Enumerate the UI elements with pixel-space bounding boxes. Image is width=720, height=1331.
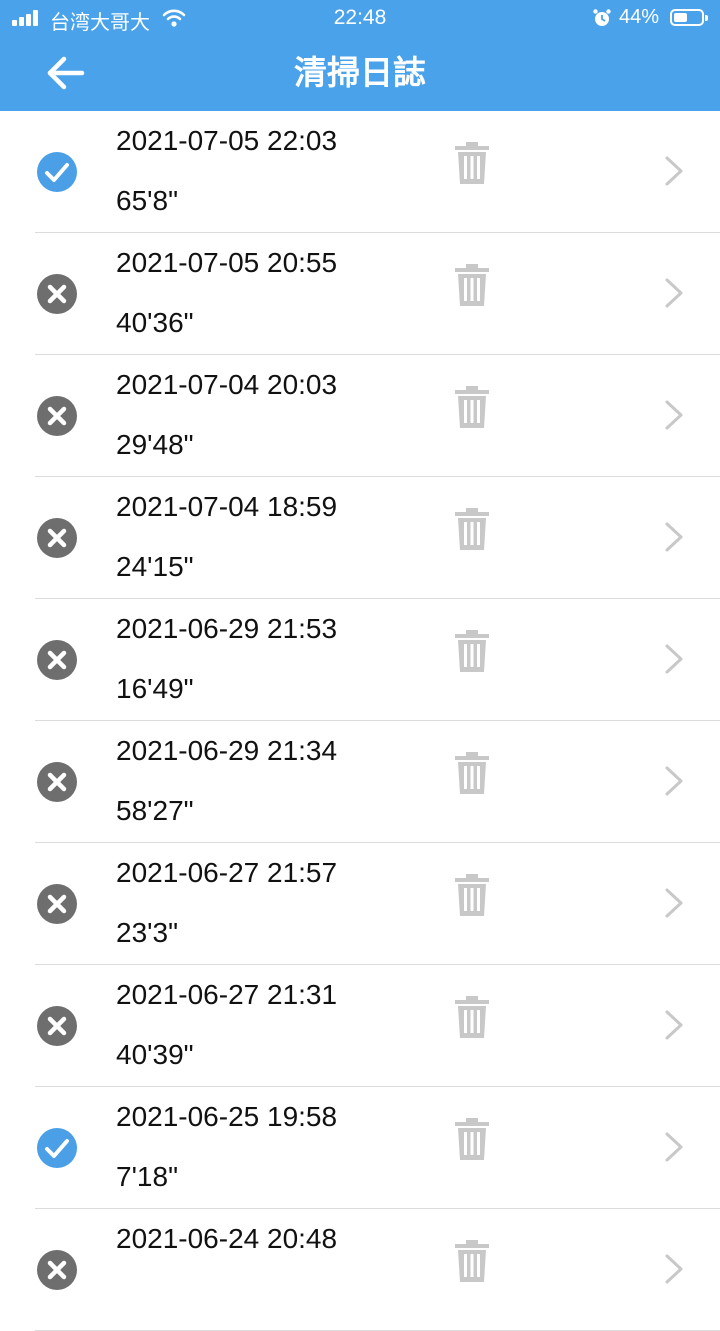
- log-datetime: 2021-06-25 19:58: [116, 1101, 338, 1132]
- status-bar: 台湾大哥大 22:48 44%: [0, 0, 720, 36]
- log-datetime: 2021-06-27 21:31: [116, 979, 338, 1010]
- log-datetime: 2021-07-05 20:55: [116, 247, 338, 278]
- log-datetime: 2021-06-29 21:34: [116, 735, 338, 766]
- x-circle-icon: [37, 274, 77, 314]
- log-row[interactable]: 2021-07-05 20:55 40'36": [0, 233, 720, 355]
- battery-percent: 44%: [619, 6, 660, 28]
- log-duration: 58'27": [116, 795, 194, 826]
- log-duration: 23'3": [116, 917, 179, 948]
- x-circle-icon: [37, 1250, 77, 1290]
- log-row[interactable]: 2021-07-05 22:03 65'8": [0, 111, 720, 233]
- log-datetime: 2021-07-04 18:59: [116, 491, 338, 522]
- chevron-right-icon[interactable]: [662, 155, 686, 187]
- log-duration: 7'18": [116, 1161, 179, 1192]
- log-datetime: 2021-07-05 22:03: [116, 125, 338, 156]
- trash-icon[interactable]: [452, 385, 492, 429]
- x-circle-icon: [37, 640, 77, 680]
- trash-icon[interactable]: [452, 1239, 492, 1283]
- log-row[interactable]: 2021-06-27 21:57 23'3": [0, 843, 720, 965]
- chevron-right-icon[interactable]: [662, 643, 686, 675]
- trash-icon[interactable]: [452, 263, 492, 307]
- chevron-right-icon[interactable]: [662, 399, 686, 431]
- chevron-right-icon[interactable]: [662, 887, 686, 919]
- x-circle-icon: [37, 884, 77, 924]
- trash-icon[interactable]: [452, 629, 492, 673]
- log-datetime: 2021-06-27 21:57: [116, 857, 338, 888]
- trash-icon[interactable]: [452, 507, 492, 551]
- log-duration: 24'15": [116, 551, 194, 582]
- log-datetime: 2021-06-29 21:53: [116, 613, 338, 644]
- x-circle-icon: [37, 762, 77, 802]
- chevron-right-icon[interactable]: [662, 1009, 686, 1041]
- log-row[interactable]: 2021-07-04 20:03 29'48": [0, 355, 720, 477]
- log-row[interactable]: 2021-06-29 21:34 58'27": [0, 721, 720, 843]
- chevron-right-icon[interactable]: [662, 1253, 686, 1285]
- page-title: 清掃日誌: [294, 54, 426, 91]
- cleaning-log-list: 2021-07-05 22:03 65'8" 2021-07-05 20:55 …: [0, 111, 720, 1331]
- log-duration: 40'36": [116, 307, 194, 338]
- x-circle-icon: [37, 396, 77, 436]
- x-circle-icon: [37, 518, 77, 558]
- log-row[interactable]: 2021-07-04 18:59 24'15": [0, 477, 720, 599]
- trash-icon[interactable]: [452, 751, 492, 795]
- trash-icon[interactable]: [452, 141, 492, 185]
- log-duration: 65'8": [116, 185, 179, 216]
- log-duration: 16'49": [116, 673, 194, 704]
- chevron-right-icon[interactable]: [662, 521, 686, 553]
- log-duration: 40'39": [116, 1039, 194, 1070]
- check-circle-icon: [37, 1128, 77, 1168]
- log-duration: 29'48": [116, 429, 194, 460]
- trash-icon[interactable]: [452, 873, 492, 917]
- top-bar: 台湾大哥大 22:48 44% 清掃日誌: [0, 0, 720, 111]
- alarm-icon: [593, 9, 611, 26]
- log-row[interactable]: 2021-06-29 21:53 16'49": [0, 599, 720, 721]
- log-row[interactable]: 2021-06-27 21:31 40'39": [0, 965, 720, 1087]
- log-datetime: 2021-06-24 20:48: [116, 1223, 338, 1254]
- clock: 22:48: [333, 6, 387, 29]
- trash-icon[interactable]: [452, 1117, 492, 1161]
- chevron-right-icon[interactable]: [662, 277, 686, 309]
- chevron-right-icon[interactable]: [662, 765, 686, 797]
- check-circle-icon: [37, 152, 77, 192]
- log-row[interactable]: 2021-06-24 20:48: [0, 1209, 720, 1331]
- trash-icon[interactable]: [452, 995, 492, 1039]
- log-datetime: 2021-07-04 20:03: [116, 369, 338, 400]
- log-row[interactable]: 2021-06-25 19:58 7'18": [0, 1087, 720, 1209]
- chevron-right-icon[interactable]: [662, 1131, 686, 1163]
- battery-icon: [670, 9, 708, 26]
- x-circle-icon: [37, 1006, 77, 1046]
